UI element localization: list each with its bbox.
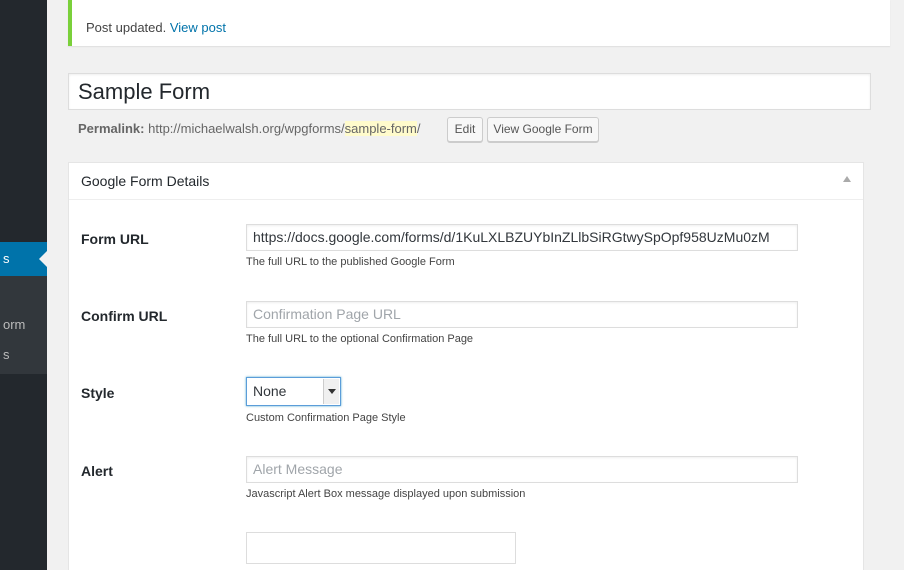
style-description: Custom Confirmation Page Style bbox=[246, 412, 406, 424]
permalink-slug[interactable]: sample-form bbox=[344, 121, 417, 136]
main-content: Post updated. View post Sample Form Perm… bbox=[47, 0, 904, 570]
metabox-title: Google Form Details bbox=[81, 173, 210, 189]
notice-text: Post updated. bbox=[86, 20, 167, 35]
update-notice: Post updated. View post bbox=[68, 0, 890, 46]
admin-sidebar: s orm s bbox=[0, 0, 47, 570]
permalink-label: Permalink: bbox=[78, 121, 145, 136]
edit-permalink-button[interactable]: Edit bbox=[447, 117, 483, 142]
alert-description: Javascript Alert Box message displayed u… bbox=[246, 488, 526, 500]
google-form-details-metabox: Google Form Details Form URL https://doc… bbox=[68, 162, 864, 570]
admin-submenu-item-2[interactable]: s bbox=[3, 347, 10, 362]
metabox-header[interactable]: Google Form Details bbox=[69, 163, 863, 200]
form-url-description: The full URL to the published Google For… bbox=[246, 256, 455, 268]
permalink-base-url[interactable]: http://michaelwalsh.org/wpgforms/ bbox=[148, 121, 345, 136]
view-google-form-button[interactable]: View Google Form bbox=[487, 117, 599, 142]
admin-submenu: orm s bbox=[0, 276, 47, 374]
admin-submenu-item-1[interactable]: orm bbox=[3, 317, 25, 332]
notice-message: Post updated. View post bbox=[86, 20, 226, 35]
screenshot: s orm s Post updated. View post Sample F… bbox=[0, 0, 904, 570]
confirm-url-description: The full URL to the optional Confirmatio… bbox=[246, 333, 474, 345]
chevron-down-icon bbox=[328, 389, 336, 394]
next-field-input[interactable] bbox=[246, 532, 516, 564]
select-dropdown-button[interactable] bbox=[323, 379, 339, 404]
style-select[interactable]: None bbox=[246, 377, 341, 406]
post-title-input[interactable]: Sample Form bbox=[68, 73, 871, 110]
triangle-up-icon[interactable] bbox=[843, 176, 851, 182]
style-selected-value: None bbox=[253, 383, 287, 399]
admin-menu-current-label: s bbox=[3, 251, 10, 266]
alert-message-input[interactable]: Alert Message bbox=[246, 456, 798, 483]
permalink-trailing-slash: / bbox=[416, 121, 421, 136]
form-url-label: Form URL bbox=[81, 231, 149, 247]
admin-menu-current-item[interactable]: s bbox=[0, 242, 47, 276]
alert-label: Alert bbox=[81, 463, 113, 479]
form-url-input[interactable]: https://docs.google.com/forms/d/1KuLXLBZ… bbox=[246, 224, 798, 251]
current-item-arrow-icon bbox=[39, 251, 47, 267]
permalink-row: Permalink: http://michaelwalsh.org/wpgfo… bbox=[78, 121, 421, 136]
confirm-url-label: Confirm URL bbox=[81, 308, 168, 324]
confirm-url-input[interactable]: Confirmation Page URL bbox=[246, 301, 798, 328]
view-post-link[interactable]: View post bbox=[170, 20, 226, 35]
style-label: Style bbox=[81, 385, 115, 401]
